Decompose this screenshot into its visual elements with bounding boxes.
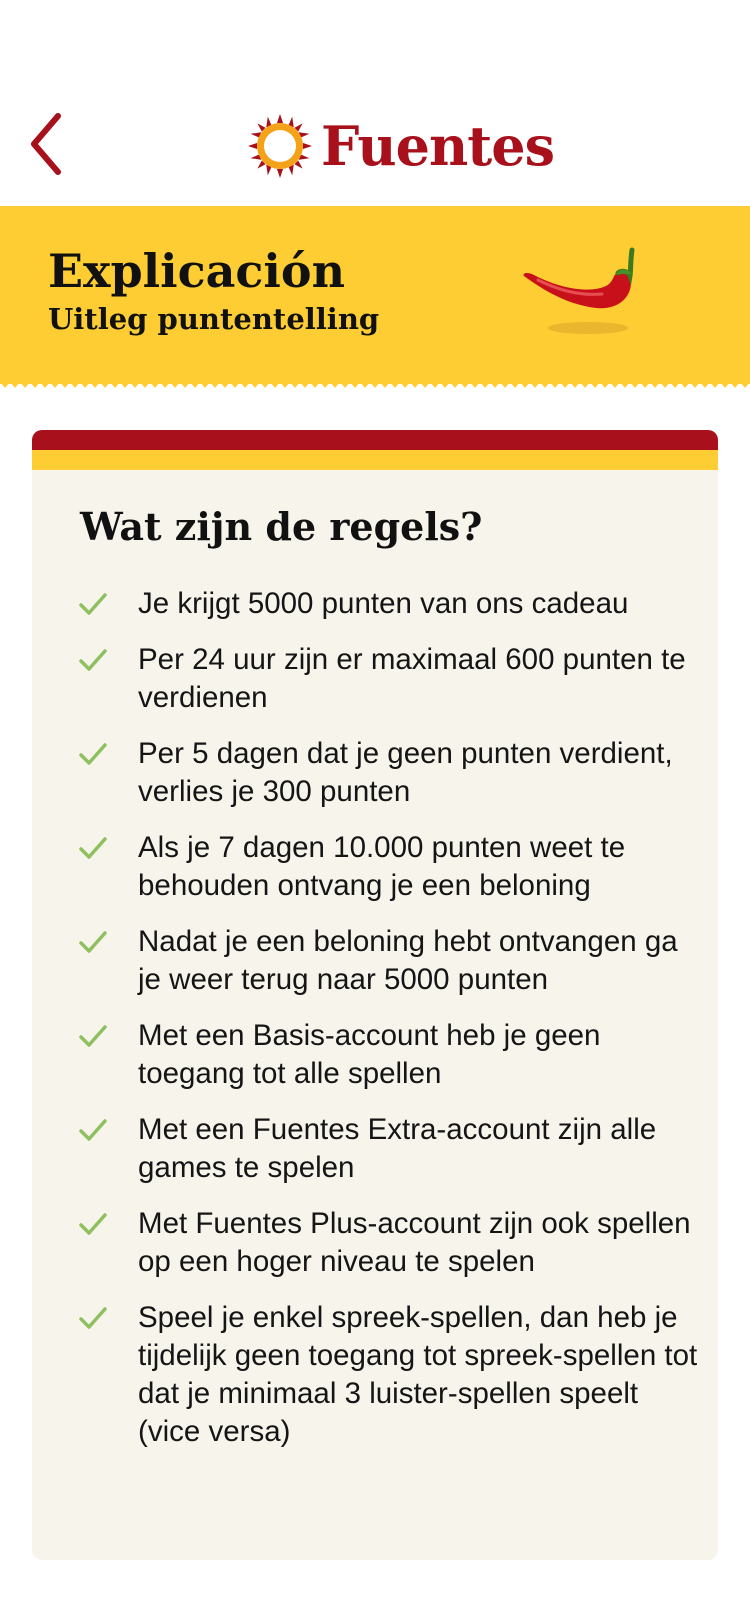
rule-text: Per 24 uur zijn er maximaal 600 punten t… [138, 643, 686, 714]
card-stripe-yellow [32, 450, 718, 470]
rule-text: Speel je enkel spreek-spellen, dan heb j… [138, 1301, 698, 1448]
list-item: Speel je enkel spreek-spellen, dan heb j… [32, 1299, 718, 1451]
list-item: Met een Fuentes Extra-account zijn alle … [32, 1111, 718, 1187]
page-subtitle: Uitleg puntentelling [48, 302, 380, 336]
rules-heading: Wat zijn de regels? [80, 504, 483, 549]
brand-name: Fuentes [321, 114, 555, 178]
list-item: Met Fuentes Plus-account zijn ook spelle… [32, 1205, 718, 1281]
rules-card: Wat zijn de regels? Je krijgt 5000 punte… [32, 430, 718, 1560]
top-navigation-bar: Fuentes [0, 0, 750, 206]
rule-text: Met een Fuentes Extra-account zijn alle … [138, 1113, 657, 1184]
chevron-left-icon [31, 113, 61, 175]
list-item: Per 24 uur zijn er maximaal 600 punten t… [32, 641, 718, 717]
list-item: Per 5 dagen dat je geen punten verdient,… [32, 735, 718, 811]
sun-icon [248, 114, 312, 178]
rule-text: Met een Basis-account heb je geen toegan… [138, 1019, 601, 1090]
list-item: Je krijgt 5000 punten van ons cadeau [32, 585, 718, 623]
check-icon [79, 837, 107, 859]
back-button[interactable] [20, 108, 72, 180]
check-icon [79, 1213, 107, 1235]
rule-text: Per 5 dagen dat je geen punten verdient,… [138, 737, 673, 808]
rules-list: Je krijgt 5000 punten van ons cadeau Per … [32, 585, 718, 1469]
list-item: Met een Basis-account heb je geen toegan… [32, 1017, 718, 1093]
check-icon [79, 649, 107, 671]
check-icon [79, 743, 107, 765]
check-icon [79, 1307, 107, 1329]
list-item: Nadat je een beloning hebt ontvangen ga … [32, 923, 718, 999]
rule-text: Als je 7 dagen 10.000 punten weet te beh… [138, 831, 626, 902]
check-icon [79, 931, 107, 953]
chili-pepper-icon [523, 247, 635, 334]
brand-logo: Fuentes [247, 108, 555, 184]
check-icon [79, 1119, 107, 1141]
rule-text: Met Fuentes Plus-account zijn ook spelle… [138, 1207, 691, 1278]
check-icon [79, 593, 107, 615]
card-stripe-red [32, 430, 718, 450]
page-title: Explicación [48, 244, 346, 298]
rule-text: Je krijgt 5000 punten van ons cadeau [138, 587, 629, 620]
list-item: Als je 7 dagen 10.000 punten weet te beh… [32, 829, 718, 905]
zigzag-divider [0, 380, 750, 388]
check-icon [79, 1025, 107, 1047]
rule-text: Nadat je een beloning hebt ontvangen ga … [138, 925, 678, 996]
